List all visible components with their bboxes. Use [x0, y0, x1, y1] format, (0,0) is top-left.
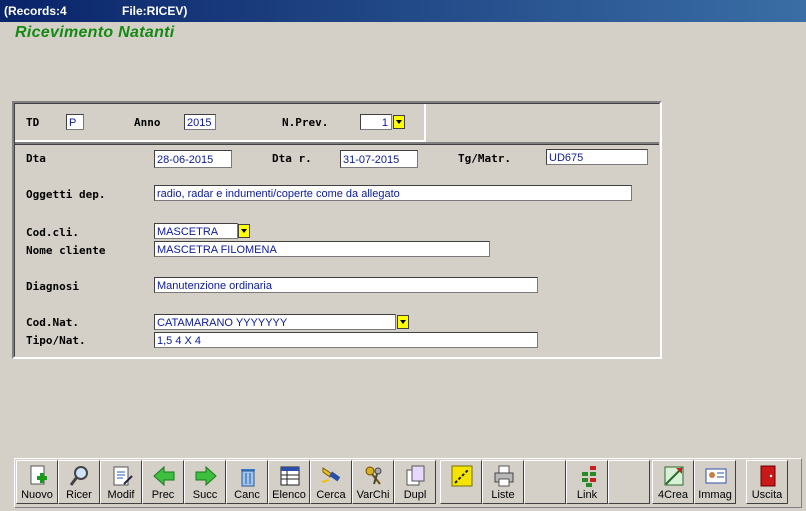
- tipo-label: Tipo/Nat.: [26, 334, 86, 347]
- codcli-label: Cod.cli.: [26, 226, 79, 239]
- new-document-icon: [30, 465, 47, 485]
- printer-icon: [494, 465, 514, 487]
- cerca-button[interactable]: Cerca: [310, 460, 352, 504]
- nome-field[interactable]: MASCETRA FILOMENA: [154, 241, 490, 257]
- diagnosi-field[interactable]: Manutenzione ordinaria: [154, 277, 538, 293]
- anno-field[interactable]: 2015: [184, 114, 216, 130]
- codnat-dropdown-button[interactable]: [397, 315, 409, 329]
- pencil-grid-icon: [451, 465, 473, 487]
- list-table-icon: [280, 466, 300, 486]
- dtar-field[interactable]: 31-07-2015: [340, 150, 418, 168]
- empty-button-2[interactable]: [608, 460, 650, 504]
- dta-label: Dta: [26, 152, 46, 165]
- codcli-dropdown-button[interactable]: [238, 224, 250, 238]
- edit-document-icon: [113, 466, 133, 486]
- oggetti-label: Oggetti dep.: [26, 188, 106, 201]
- hierarchy-icon: [582, 466, 596, 487]
- modif-button[interactable]: Modif: [100, 460, 142, 504]
- canc-button[interactable]: Canc: [226, 460, 268, 504]
- file-name: File:RICEV): [122, 4, 188, 18]
- nuovo-button[interactable]: Nuovo: [16, 460, 58, 504]
- varchi-button[interactable]: VarChi: [352, 460, 394, 504]
- tg-label: Tg/Matr.: [458, 152, 511, 165]
- liste-button[interactable]: Liste: [482, 460, 524, 504]
- diagnosi-label: Diagnosi: [26, 280, 79, 293]
- codcli-field[interactable]: MASCETRA: [154, 223, 238, 239]
- 4crea-button[interactable]: 4Crea: [652, 460, 694, 504]
- elenco-button[interactable]: Elenco: [268, 460, 310, 504]
- immag-button[interactable]: Immag: [694, 460, 736, 504]
- id-card-icon: [705, 468, 727, 484]
- magnifier-icon: [69, 466, 88, 486]
- dupl-button[interactable]: Dupl: [394, 460, 436, 504]
- nome-label: Nome cliente: [26, 244, 106, 257]
- yellow-tool-button[interactable]: [440, 460, 482, 504]
- tipo-field[interactable]: 1,5 4 X 4: [154, 332, 538, 348]
- anno-label: Anno: [134, 116, 161, 129]
- codnat-field[interactable]: CATAMARANO YYYYYYY: [154, 314, 396, 330]
- exit-door-icon: [760, 465, 776, 487]
- prec-button[interactable]: Prec: [142, 460, 184, 504]
- link-button[interactable]: Link: [566, 460, 608, 504]
- oggetti-field[interactable]: radio, radar e indumenti/coperte come da…: [154, 185, 632, 201]
- flashlight-icon: [321, 467, 341, 483]
- page-title: Ricevimento Natanti: [15, 24, 175, 41]
- nprev-dropdown-button[interactable]: [393, 115, 405, 129]
- dta-field[interactable]: 28-06-2015: [154, 150, 232, 168]
- create-tool-icon: [664, 466, 684, 486]
- dtar-label: Dta r.: [272, 152, 312, 165]
- td-label: TD: [26, 116, 40, 129]
- tg-field[interactable]: UD675: [546, 149, 648, 165]
- codnat-label: Cod.Nat.: [26, 316, 79, 329]
- td-field[interactable]: P: [66, 114, 84, 130]
- records-count: (Records:4: [4, 4, 67, 18]
- nprev-field[interactable]: 1: [360, 114, 392, 130]
- trash-icon: [241, 469, 255, 487]
- succ-button[interactable]: Succ: [184, 460, 226, 504]
- uscita-button[interactable]: Uscita: [746, 460, 788, 504]
- keys-icon: [365, 466, 382, 485]
- ricer-button[interactable]: Ricer: [58, 460, 100, 504]
- arrow-right-icon: [195, 465, 217, 487]
- nprev-label: N.Prev.: [282, 116, 329, 129]
- title-bar: (Records:4 File:RICEV): [0, 0, 806, 22]
- arrow-left-icon: [153, 465, 175, 487]
- duplicate-icon: [406, 465, 425, 486]
- empty-button-1[interactable]: [524, 460, 566, 504]
